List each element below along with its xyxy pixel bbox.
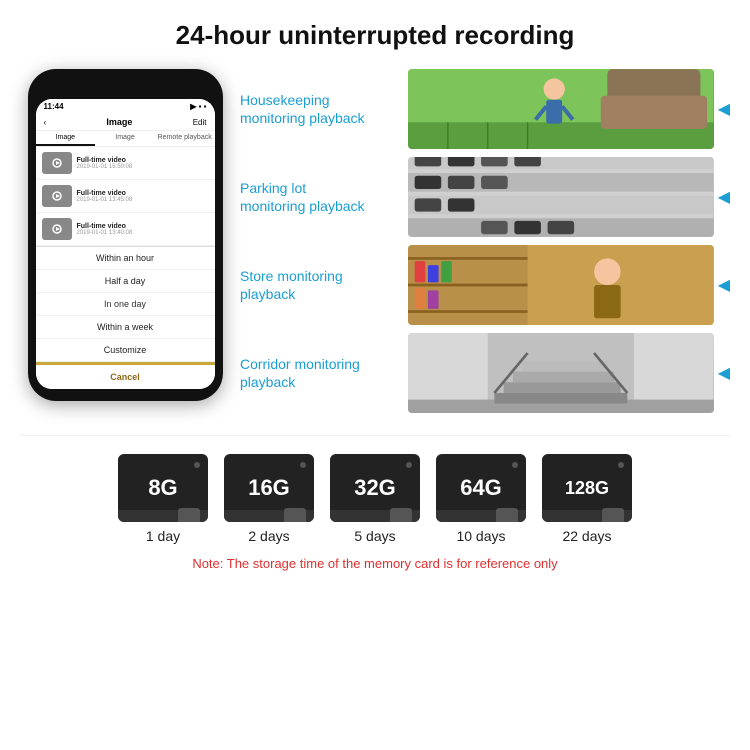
sd-label-64g: 64G <box>460 475 502 501</box>
phone-icons: ▶ ▪ ▪ <box>190 102 206 111</box>
item-title-2: Full-time video <box>77 190 209 197</box>
list-item-2: Full-time video 2019-01-01 13:45:08 <box>36 180 215 213</box>
monitor-label-parking: Parking lotmonitoring playback <box>240 179 400 215</box>
sd-card-32g: 32G <box>330 454 420 522</box>
sd-dot-32g <box>406 462 412 468</box>
sd-card-8g: 8G <box>118 454 208 522</box>
arrow-store: ◀ <box>718 275 730 295</box>
phone-tab-remote[interactable]: Remote playback <box>155 131 215 146</box>
arrow-parking: ◀ <box>718 187 730 207</box>
phone-screen: 11:44 ▶ ▪ ▪ ‹ Image Edit Image Image Rem… <box>36 99 215 389</box>
monitoring-list: Housekeepingmonitoring playback <box>240 69 730 413</box>
dropdown-item-2[interactable]: Half a day <box>36 270 215 293</box>
dropdown-item-4[interactable]: Within a week <box>36 316 215 339</box>
item-text-3: Full-time video 2019-01-01 13:40:08 <box>77 223 209 236</box>
monitor-row-store: Store monitoringplayback <box>240 245 730 325</box>
item-text-1: Full-time video 2019-01-01 15:50:08 <box>77 157 209 170</box>
storage-card-64g: 64G 10 days <box>436 454 526 544</box>
phone-nav-edit[interactable]: Edit <box>193 118 207 127</box>
storage-note: Note: The storage time of the memory car… <box>20 556 730 571</box>
storage-card-128g: 128G 22 days <box>542 454 632 544</box>
storage-cards-row: 8G 1 day 16G 2 days 32G 5 days <box>20 454 730 544</box>
phone-mockup: 11:44 ▶ ▪ ▪ ‹ Image Edit Image Image Rem… <box>20 69 230 401</box>
phone-dropdown: Within an hour Half a day In one day Wit… <box>36 246 215 389</box>
item-date-1: 2019-01-01 15:50:08 <box>77 164 209 170</box>
arrow-corridor: ◀ <box>718 363 730 383</box>
page-title: 24-hour uninterrupted recording <box>20 20 730 51</box>
dropdown-item-1[interactable]: Within an hour <box>36 247 215 270</box>
thumb-3 <box>42 218 72 240</box>
storage-card-16g: 16G 2 days <box>224 454 314 544</box>
item-title-1: Full-time video <box>77 157 209 164</box>
sd-dot-16g <box>300 462 306 468</box>
storage-section: 8G 1 day 16G 2 days 32G 5 days <box>20 435 730 571</box>
phone-nav: ‹ Image Edit <box>36 114 215 131</box>
storage-card-32g: 32G 5 days <box>330 454 420 544</box>
storage-days-64g: 10 days <box>456 528 505 544</box>
phone-time: 11:44 <box>44 102 64 111</box>
sd-label-128g: 128G <box>565 478 609 499</box>
thumb-2 <box>42 185 72 207</box>
sd-card-128g: 128G <box>542 454 632 522</box>
phone-notch <box>90 77 160 95</box>
monitor-label-store: Store monitoringplayback <box>240 267 400 303</box>
list-item-3: Full-time video 2019-01-01 13:40:08 <box>36 213 215 246</box>
sd-dot-64g <box>512 462 518 468</box>
monitor-row-parking: Parking lotmonitoring playback <box>240 157 730 237</box>
storage-days-32g: 5 days <box>354 528 395 544</box>
monitor-img-corridor <box>408 333 714 413</box>
monitor-img-store <box>408 245 714 325</box>
dropdown-item-5[interactable]: Customize <box>36 339 215 362</box>
storage-days-128g: 22 days <box>562 528 611 544</box>
monitor-row-corridor: Corridor monitoringplayback <box>240 333 730 413</box>
middle-section: 11:44 ▶ ▪ ▪ ‹ Image Edit Image Image Rem… <box>20 69 730 413</box>
sd-label-16g: 16G <box>248 475 290 501</box>
item-date-3: 2019-01-01 13:40:08 <box>77 230 209 236</box>
sd-label-8g: 8G <box>148 475 177 501</box>
item-title-3: Full-time video <box>77 223 209 230</box>
phone-device: 11:44 ▶ ▪ ▪ ‹ Image Edit Image Image Rem… <box>28 69 223 401</box>
monitor-label-housekeeping: Housekeepingmonitoring playback <box>240 91 400 127</box>
monitor-label-corridor: Corridor monitoringplayback <box>240 355 400 391</box>
item-text-2: Full-time video 2019-01-01 13:45:08 <box>77 190 209 203</box>
phone-tab-image[interactable]: Image <box>36 131 96 146</box>
page: 24-hour uninterrupted recording 11:44 ▶ … <box>0 0 750 586</box>
arrow-housekeeping: ◀ <box>718 99 730 119</box>
storage-days-8g: 1 day <box>146 528 180 544</box>
list-item-1: Full-time video 2019-01-01 15:50:08 <box>36 147 215 180</box>
monitor-img-parking <box>408 157 714 237</box>
dropdown-cancel[interactable]: Cancel <box>36 362 215 389</box>
sd-dot-8g <box>194 462 200 468</box>
sd-card-64g: 64G <box>436 454 526 522</box>
monitor-row-housekeeping: Housekeepingmonitoring playback <box>240 69 730 149</box>
sd-label-32g: 32G <box>354 475 396 501</box>
phone-tabs: Image Image Remote playback <box>36 131 215 147</box>
storage-days-16g: 2 days <box>248 528 289 544</box>
item-date-2: 2019-01-01 13:45:08 <box>77 197 209 203</box>
monitor-img-housekeeping <box>408 69 714 149</box>
phone-nav-title: Image <box>106 117 132 127</box>
thumb-1 <box>42 152 72 174</box>
storage-card-8g: 8G 1 day <box>118 454 208 544</box>
sd-dot-128g <box>618 462 624 468</box>
phone-tab-image2[interactable]: Image <box>95 131 155 146</box>
dropdown-item-3[interactable]: In one day <box>36 293 215 316</box>
sd-card-16g: 16G <box>224 454 314 522</box>
phone-status-bar: 11:44 ▶ ▪ ▪ <box>36 99 215 114</box>
phone-nav-back[interactable]: ‹ <box>44 118 47 127</box>
